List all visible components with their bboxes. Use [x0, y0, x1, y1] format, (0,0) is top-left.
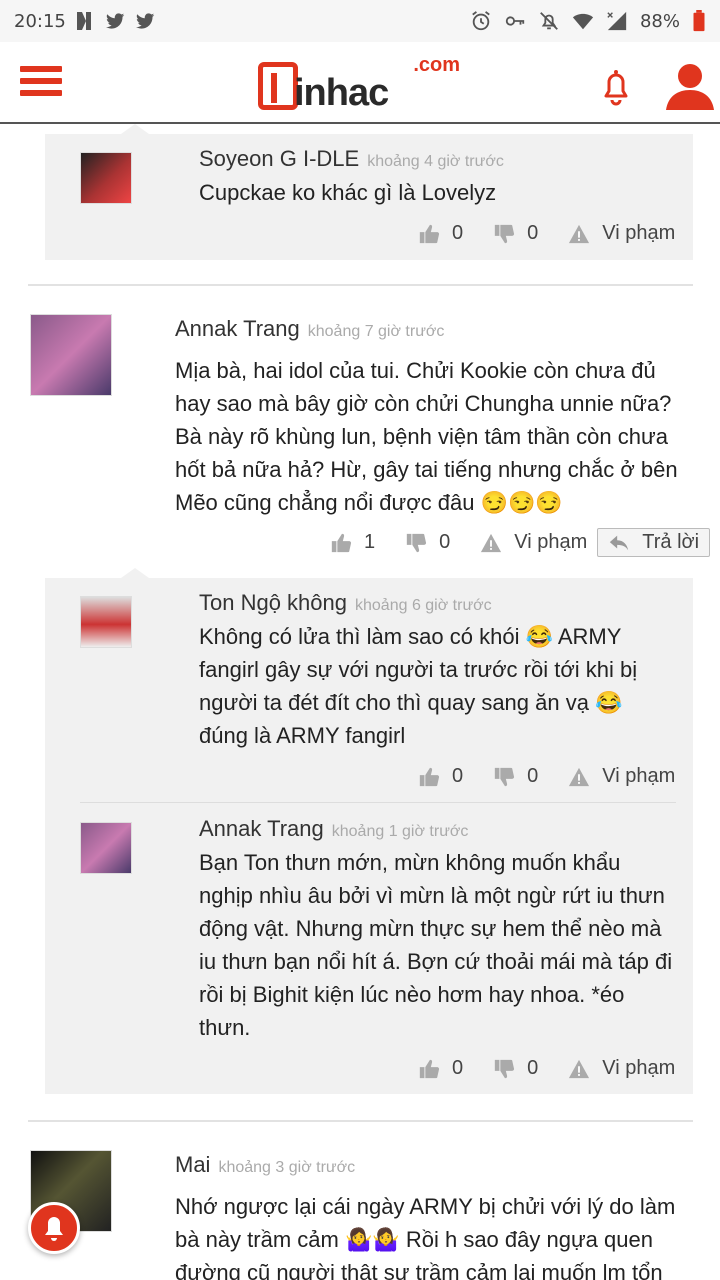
divider	[28, 1120, 693, 1122]
comment-author: Mai khoảng 3 giờ trước	[175, 1152, 356, 1177]
wifi-icon	[572, 13, 594, 30]
dislike-button[interactable]: 0	[493, 1057, 538, 1080]
mute-icon	[540, 12, 558, 30]
comment-text: Mịa bà, hai idol của tui. Chửi Kookie cò…	[175, 358, 678, 515]
logo-wordmark: inhac	[294, 72, 389, 114]
comment-time: khoảng 1 giờ trước	[331, 823, 469, 840]
battery-icon	[693, 10, 705, 32]
comment-time: khoảng 6 giờ trước	[355, 597, 492, 614]
signal-icon	[607, 11, 627, 31]
twitter-icon-2	[135, 13, 155, 29]
comment-actions: 0 0 Vi phạm	[418, 222, 675, 245]
bell-icon[interactable]	[598, 66, 634, 106]
warning-icon	[481, 533, 502, 552]
comment-author: Ton Ngộ không khoảng 6 giờ trước	[199, 590, 492, 615]
dislike-button[interactable]: 0	[493, 765, 538, 788]
like-button[interactable]: 0	[418, 765, 463, 788]
thumbs-up-icon	[419, 224, 440, 243]
comment-text: Cupckae ko khác gì là Lovelyz	[199, 180, 497, 205]
comment-author: Annak Trang khoảng 1 giờ trước	[199, 816, 469, 841]
comment-actions: 0 0 Vi phạm	[418, 765, 675, 788]
avatar[interactable]	[80, 596, 132, 648]
divider	[28, 284, 693, 286]
thumbs-up-icon	[331, 533, 352, 552]
report-button[interactable]: Vi phạm	[568, 1057, 675, 1080]
comment-text: Bạn Ton thưn mớn, mừn không muốn khẩu ng…	[199, 850, 673, 1040]
like-button[interactable]: 0	[418, 222, 463, 245]
divider	[80, 802, 676, 803]
warning-icon	[569, 767, 590, 786]
notification-bell-button[interactable]	[28, 1202, 80, 1254]
comment-text: Không có lửa thì làm sao có khói 😂 ARMY …	[199, 624, 638, 748]
alarm-icon	[472, 11, 490, 31]
thumbs-up-icon	[419, 1059, 440, 1078]
twitter-icon	[105, 13, 125, 29]
bell-icon	[45, 1217, 63, 1241]
thumbs-down-icon	[406, 533, 427, 552]
logo-dotcom: .com	[413, 54, 460, 76]
comment-time: khoảng 4 giờ trước	[367, 153, 504, 170]
comment-author: Soyeon G I-DLE khoảng 4 giờ trước	[199, 146, 504, 171]
menu-icon[interactable]	[20, 66, 62, 100]
reply-arrow-icon	[610, 535, 629, 550]
status-time: 20:15	[14, 10, 66, 32]
user-account-icon[interactable]	[664, 60, 716, 112]
comment-actions: 1 0 Vi phạm Trả lời	[330, 528, 711, 557]
comments-section: Soyeon G I-DLE khoảng 4 giờ trước Cupckae…	[0, 124, 720, 1280]
app-notification-icon	[76, 12, 91, 30]
site-header: inhac .com	[0, 42, 720, 124]
avatar[interactable]	[30, 314, 112, 396]
battery-percent: 88%	[639, 10, 680, 32]
comment-actions: 0 0 Vi phạm	[418, 1057, 675, 1080]
warning-icon	[569, 224, 590, 243]
status-bar: 20:15 88%	[0, 0, 720, 42]
thumbs-up-icon	[419, 767, 440, 786]
warning-icon	[569, 1059, 590, 1078]
like-button[interactable]: 1	[330, 531, 375, 554]
reply-button[interactable]: Trả lời	[597, 528, 711, 557]
thumbs-down-icon	[494, 767, 515, 786]
avatar[interactable]	[80, 152, 132, 204]
site-logo[interactable]: inhac .com	[258, 54, 464, 114]
dislike-button[interactable]: 0	[405, 531, 450, 554]
avatar[interactable]	[80, 822, 132, 874]
dislike-button[interactable]: 0	[493, 222, 538, 245]
thumbs-down-icon	[494, 224, 515, 243]
report-button[interactable]: Vi phạm	[568, 765, 675, 788]
report-button[interactable]: Vi phạm	[480, 531, 587, 554]
like-button[interactable]: 0	[418, 1057, 463, 1080]
thumbs-down-icon	[494, 1059, 515, 1078]
key-icon	[505, 16, 525, 26]
report-button[interactable]: Vi phạm	[568, 222, 675, 245]
comment-text: Nhớ ngược lại cái ngày ARMY bị chửi với …	[175, 1194, 676, 1280]
comment-author: Annak Trang khoảng 7 giờ trước	[175, 316, 445, 341]
comment-time: khoảng 3 giờ trước	[218, 1159, 356, 1176]
comment-time: khoảng 7 giờ trước	[307, 323, 445, 340]
